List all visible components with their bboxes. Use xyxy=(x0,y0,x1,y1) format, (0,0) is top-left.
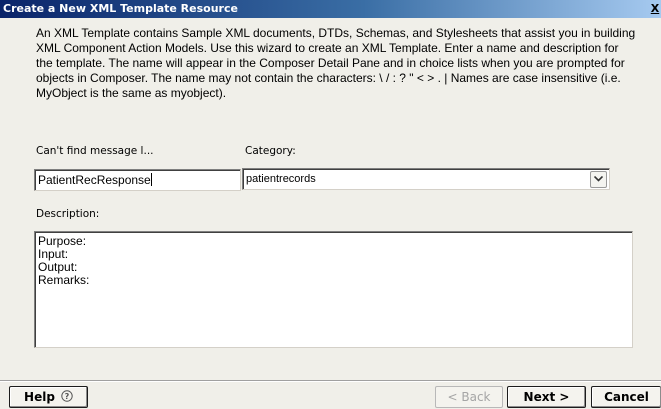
question-circle-icon: ? xyxy=(61,390,73,402)
name-input-value: PatientRecResponse xyxy=(38,173,151,187)
create-xml-template-dialog: Create a New XML Template Resource X An … xyxy=(0,0,661,409)
footer-separator xyxy=(0,380,661,382)
help-button-label: Help xyxy=(24,390,55,404)
category-select-value: patientrecords xyxy=(246,173,316,185)
svg-text:?: ? xyxy=(65,392,70,401)
name-label: Can't find message l... xyxy=(36,145,154,157)
description-line-output: Output: xyxy=(38,260,78,274)
intro-description: An XML Template contains Sample XML docu… xyxy=(36,26,636,100)
name-input[interactable]: PatientRecResponse xyxy=(34,169,241,191)
description-textarea[interactable]: Purpose: Input: Output: Remarks: xyxy=(34,231,633,348)
description-line-input: Input: xyxy=(38,247,69,261)
description-label: Description: xyxy=(36,208,100,220)
text-caret xyxy=(150,173,152,186)
next-button[interactable]: Next > xyxy=(507,386,586,408)
chevron-down-icon[interactable] xyxy=(590,171,607,188)
title-bar[interactable]: Create a New XML Template Resource X xyxy=(0,0,661,18)
description-line-purpose: Purpose: xyxy=(38,234,87,248)
help-button[interactable]: Help? xyxy=(9,386,88,408)
category-label: Category: xyxy=(245,145,296,157)
description-line-remarks: Remarks: xyxy=(38,273,90,287)
close-button[interactable]: X xyxy=(649,1,661,16)
category-select[interactable]: patientrecords xyxy=(242,168,610,190)
window-title: Create a New XML Template Resource xyxy=(3,2,238,15)
back-button[interactable]: < Back xyxy=(435,386,503,408)
cancel-button[interactable]: Cancel xyxy=(591,386,661,408)
